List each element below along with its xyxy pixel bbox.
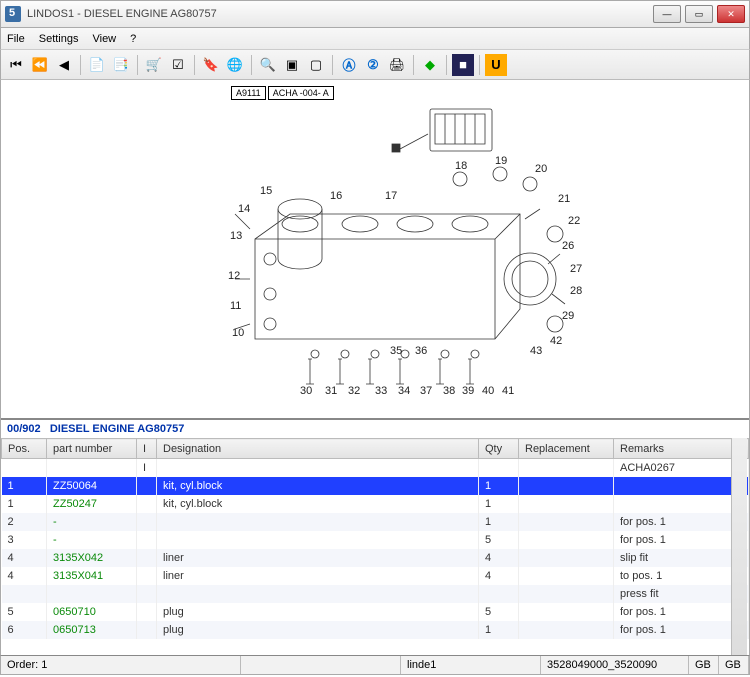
svg-text:26: 26	[562, 240, 574, 252]
toolbar: ⏮ ⏪ ◀ 📄 📑 🛒 ☑ 🔖 🌐 🔍 ▣ ▢ Ⓐ ② 🖨 ◆ ■ U	[0, 50, 750, 80]
diagram-panel[interactable]: A9111 ACHA -004- A	[1, 80, 749, 420]
svg-text:31: 31	[325, 385, 337, 397]
svg-text:39: 39	[462, 385, 474, 397]
status-user: linde1	[401, 656, 541, 674]
svg-text:14: 14	[238, 203, 250, 215]
first-icon[interactable]: ⏮	[5, 54, 27, 76]
svg-text:41: 41	[502, 385, 514, 397]
tag-icon[interactable]: 🔖	[200, 54, 222, 76]
table-row[interactable]: press fit	[2, 585, 749, 603]
status-blank	[241, 656, 401, 674]
rewind-icon[interactable]: ⏪	[29, 54, 51, 76]
menu-help[interactable]: ?	[130, 33, 136, 45]
svg-text:15: 15	[260, 185, 272, 197]
svg-text:38: 38	[443, 385, 455, 397]
box2-icon[interactable]: ▢	[305, 54, 327, 76]
svg-text:11: 11	[230, 300, 241, 312]
svg-text:34: 34	[398, 385, 410, 397]
number-2-icon[interactable]: ②	[362, 54, 384, 76]
status-gb2: GB	[719, 656, 749, 674]
app-icon	[5, 6, 21, 22]
titlebar: LINDOS1 - DIESEL ENGINE AG80757 — ▭ ✕	[0, 0, 750, 28]
col-qty[interactable]: Qty	[479, 439, 519, 459]
doc-open-icon[interactable]: 📄	[86, 54, 108, 76]
cart-icon[interactable]: 🛒	[143, 54, 165, 76]
status-gb1: GB	[689, 656, 719, 674]
green-icon[interactable]: ◆	[419, 54, 441, 76]
table-row[interactable]: 60650713plug1for pos. 1	[2, 621, 749, 639]
status-order: Order: 1	[1, 656, 241, 674]
table-row[interactable]: 3-5for pos. 1	[2, 531, 749, 549]
svg-text:10: 10	[232, 327, 244, 339]
zoom-icon[interactable]: 🔍	[257, 54, 279, 76]
blue-icon[interactable]: ■	[452, 54, 474, 76]
svg-text:13: 13	[230, 230, 242, 242]
section-header: 00/902 DIESEL ENGINE AG80757	[1, 420, 749, 438]
col-desig[interactable]: Designation	[157, 439, 479, 459]
table-row[interactable]: 1ZZ50064kit, cyl.block1	[2, 477, 749, 495]
svg-text:21: 21	[558, 193, 570, 205]
status-nums: 3528049000_3520090	[541, 656, 689, 674]
svg-text:22: 22	[568, 215, 580, 227]
svg-text:16: 16	[330, 190, 342, 202]
minimize-button[interactable]: —	[653, 5, 681, 23]
svg-text:29: 29	[562, 310, 574, 322]
svg-text:37: 37	[420, 385, 432, 397]
globe-icon[interactable]: 🌐	[224, 54, 246, 76]
diagram-label-a: A9111	[231, 86, 266, 100]
col-i[interactable]: I	[137, 439, 157, 459]
table-row[interactable]: 43135X041liner4to pos. 1	[2, 567, 749, 585]
svg-text:28: 28	[570, 285, 582, 297]
col-rem[interactable]: Remarks	[614, 439, 749, 459]
u-icon[interactable]: U	[485, 54, 507, 76]
svg-text:27: 27	[570, 263, 582, 275]
col-pos[interactable]: Pos.	[2, 439, 47, 459]
prev-icon[interactable]: ◀	[53, 54, 75, 76]
diagram-label-b: ACHA -004- A	[268, 86, 334, 100]
statusbar: Order: 1 linde1 3528049000_3520090 GB GB	[0, 655, 750, 675]
print-icon[interactable]: 🖨	[386, 54, 408, 76]
svg-text:35: 35	[390, 345, 402, 357]
menubar: File Settings View ?	[0, 28, 750, 50]
menu-settings[interactable]: Settings	[39, 33, 79, 45]
svg-text:32: 32	[348, 385, 360, 397]
table-row[interactable]: 2-1for pos. 1	[2, 513, 749, 531]
svg-text:18: 18	[455, 160, 467, 172]
svg-text:17: 17	[385, 190, 397, 202]
svg-text:43: 43	[530, 345, 542, 357]
doc-save-icon[interactable]: 📑	[110, 54, 132, 76]
check-icon[interactable]: ☑	[167, 54, 189, 76]
svg-text:12: 12	[228, 270, 240, 282]
menu-file[interactable]: File	[7, 33, 25, 45]
letter-a-icon[interactable]: Ⓐ	[338, 54, 360, 76]
svg-text:20: 20	[535, 163, 547, 175]
table-row[interactable]: IACHA0267	[2, 459, 749, 477]
maximize-button[interactable]: ▭	[685, 5, 713, 23]
box1-icon[interactable]: ▣	[281, 54, 303, 76]
table-row[interactable]: 1ZZ50247kit, cyl.block1	[2, 495, 749, 513]
menu-view[interactable]: View	[92, 33, 116, 45]
col-repl[interactable]: Replacement	[519, 439, 614, 459]
window-title: LINDOS1 - DIESEL ENGINE AG80757	[27, 8, 653, 20]
table-row[interactable]: 43135X042liner4slip fit	[2, 549, 749, 567]
col-part[interactable]: part number	[47, 439, 137, 459]
svg-text:40: 40	[482, 385, 494, 397]
table-row[interactable]: 50650710plug5for pos. 1	[2, 603, 749, 621]
close-button[interactable]: ✕	[717, 5, 745, 23]
svg-text:33: 33	[375, 385, 387, 397]
svg-text:42: 42	[550, 335, 562, 347]
svg-text:36: 36	[415, 345, 427, 357]
exploded-diagram: 151617 181920 141312 1110 212226 272829 …	[160, 94, 590, 404]
parts-table[interactable]: Pos. part number I Designation Qty Repla…	[1, 438, 749, 655]
scrollbar[interactable]	[731, 438, 747, 655]
svg-text:30: 30	[300, 385, 312, 397]
svg-text:19: 19	[495, 155, 507, 167]
